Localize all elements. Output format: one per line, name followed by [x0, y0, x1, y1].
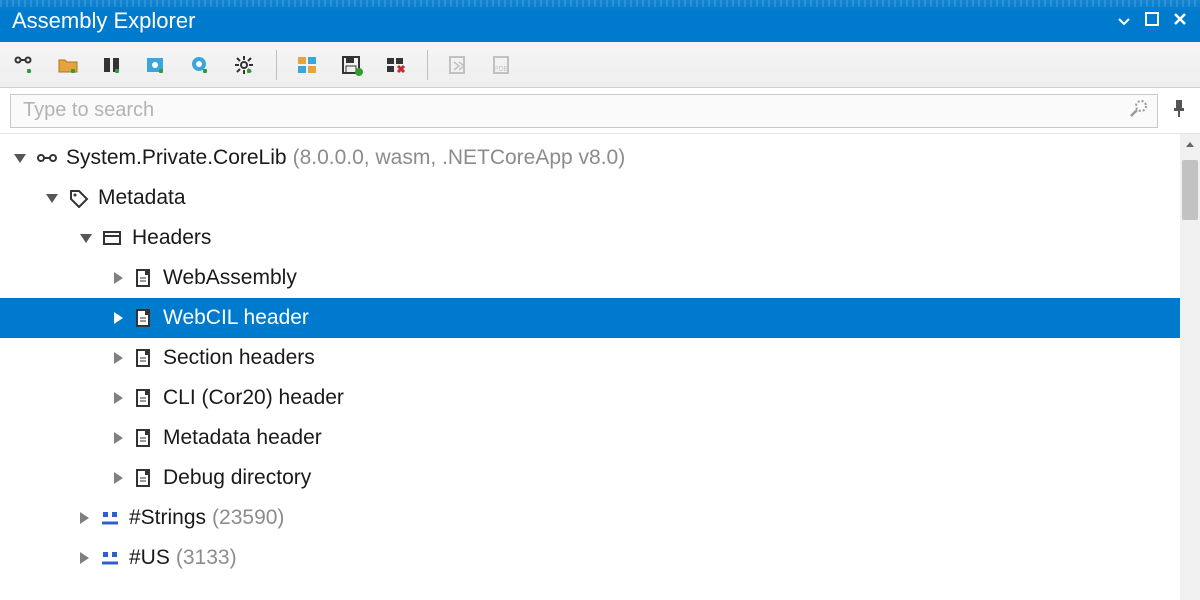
tree-node-headers[interactable]: Headers [0, 218, 1180, 258]
settings-button[interactable] [232, 53, 258, 77]
open-gac-button[interactable] [188, 53, 214, 77]
document-icon [133, 347, 155, 369]
maximize-icon [1145, 10, 1159, 32]
tree-node-cli-header[interactable]: CLI (Cor20) header [0, 378, 1180, 418]
open-folder-button[interactable] [56, 53, 82, 77]
save-button[interactable] [339, 53, 365, 77]
clear-button[interactable] [383, 53, 409, 77]
expand-arrow-icon[interactable] [14, 154, 26, 163]
node-detail: (8.0.0.0, wasm, .NETCoreApp v8.0) [293, 146, 626, 170]
node-label: Debug directory [163, 466, 311, 490]
node-label: WebCIL header [163, 306, 309, 330]
expand-arrow-icon[interactable] [80, 512, 89, 524]
tree-node-assembly[interactable]: System.Private.CoreLib (8.0.0.0, wasm, .… [0, 138, 1180, 178]
search-icon [1128, 98, 1150, 124]
document-icon [133, 387, 155, 409]
svg-text:PDB: PDB [494, 66, 509, 73]
document-icon [133, 307, 155, 329]
expand-arrow-icon[interactable] [80, 552, 89, 564]
tree-node-debug-directory[interactable]: Debug directory [0, 458, 1180, 498]
tree-view[interactable]: System.Private.CoreLib (8.0.0.0, wasm, .… [0, 134, 1180, 600]
open-dotnet-button[interactable] [144, 53, 170, 77]
node-label: Metadata [98, 186, 186, 210]
tree-node-metadata[interactable]: Metadata [0, 178, 1180, 218]
node-count: (3133) [176, 546, 237, 570]
node-label: CLI (Cor20) header [163, 386, 344, 410]
heap-icon [99, 507, 121, 529]
node-label: #Strings [129, 506, 206, 530]
heap-icon [99, 547, 121, 569]
document-icon [133, 267, 155, 289]
maximize-button[interactable] [1138, 7, 1166, 35]
node-label: WebAssembly [163, 266, 297, 290]
node-label: Headers [132, 226, 211, 250]
document-icon [133, 427, 155, 449]
expand-arrow-icon[interactable] [114, 472, 123, 484]
scroll-up-button[interactable] [1180, 134, 1200, 154]
open-nuget-button[interactable] [100, 53, 126, 77]
tree-node-strings[interactable]: #Strings (23590) [0, 498, 1180, 538]
toolbar-separator [427, 50, 428, 80]
open-pdb-button[interactable]: PDB [490, 53, 516, 77]
tree-node-metadata-header[interactable]: Metadata header [0, 418, 1180, 458]
dropdown-button[interactable] [1110, 7, 1138, 35]
tag-icon [68, 187, 90, 209]
node-label: Section headers [163, 346, 315, 370]
assembly-icon [36, 147, 58, 169]
pin-button[interactable] [1168, 100, 1190, 122]
search-input[interactable] [10, 94, 1158, 128]
search-row [0, 88, 1200, 134]
scroll-thumb[interactable] [1182, 160, 1198, 220]
titlebar: Assembly Explorer [0, 0, 1200, 42]
expand-arrow-icon[interactable] [114, 352, 123, 364]
expand-arrow-icon[interactable] [114, 312, 123, 324]
toolbar: PDB [0, 42, 1200, 88]
node-label: #US [129, 546, 170, 570]
node-count: (23590) [212, 506, 284, 530]
document-icon [133, 467, 155, 489]
send-to-vs-button[interactable] [446, 53, 472, 77]
pin-icon [1171, 99, 1187, 123]
expand-arrow-icon[interactable] [114, 432, 123, 444]
tree-node-us[interactable]: #US (3133) [0, 538, 1180, 578]
headers-icon [102, 227, 124, 249]
window-title: Assembly Explorer [12, 8, 195, 34]
view-grid-button[interactable] [295, 53, 321, 77]
tree-node-section-headers[interactable]: Section headers [0, 338, 1180, 378]
toolbar-separator [276, 50, 277, 80]
node-label: Metadata header [163, 426, 322, 450]
vertical-scrollbar[interactable] [1180, 134, 1200, 600]
tree-node-webassembly[interactable]: WebAssembly [0, 258, 1180, 298]
expand-arrow-icon[interactable] [80, 234, 92, 243]
expand-arrow-icon[interactable] [114, 272, 123, 284]
expand-arrow-icon[interactable] [46, 194, 58, 203]
expand-arrow-icon[interactable] [114, 392, 123, 404]
close-icon [1173, 10, 1187, 32]
node-label: System.Private.CoreLib [66, 146, 287, 170]
chevron-down-icon [1118, 10, 1130, 32]
open-assembly-button[interactable] [12, 53, 38, 77]
close-button[interactable] [1166, 7, 1194, 35]
tree-node-webcil[interactable]: WebCIL header [0, 298, 1180, 338]
